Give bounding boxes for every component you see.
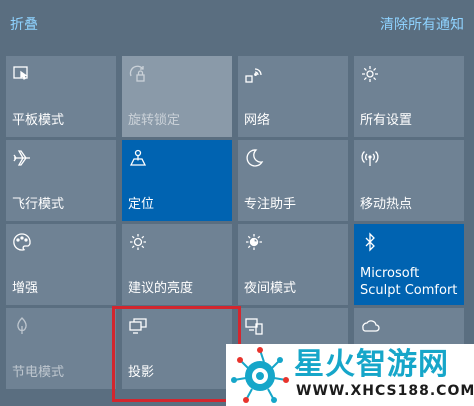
tile-label: 节电模式 bbox=[12, 365, 65, 380]
moon-icon bbox=[244, 148, 264, 168]
action-center-header: 折叠 清除所有通知 bbox=[0, 0, 474, 48]
tile-project[interactable]: 投影 bbox=[122, 308, 232, 389]
brightness-icon bbox=[128, 232, 148, 252]
tile-battery-saver[interactable]: 节电模式 bbox=[6, 308, 116, 389]
tile-label: 增强 bbox=[12, 281, 39, 296]
night-light-icon bbox=[244, 232, 264, 252]
tile-label: 飞行模式 bbox=[12, 197, 65, 212]
watermark-url: WWW.XHCS188.COM bbox=[296, 383, 474, 399]
tile-location[interactable]: 定位 bbox=[122, 140, 232, 221]
quick-actions-grid: 平板模式 旋转锁定 网络 所有设置 飞行模式 定位 专注助手 移动热点 增强 建… bbox=[6, 56, 464, 389]
gear-icon bbox=[360, 64, 380, 84]
tile-label: 平板模式 bbox=[12, 113, 65, 128]
tile-label: 定位 bbox=[128, 197, 155, 212]
tile-suggested-brightness[interactable]: 建议的亮度 bbox=[122, 224, 232, 305]
watermark-title: 星火智游网 bbox=[294, 347, 449, 382]
tile-enhance[interactable]: 增强 bbox=[6, 224, 116, 305]
screen-snip-icon bbox=[360, 316, 380, 336]
collapse-link[interactable]: 折叠 bbox=[10, 14, 38, 34]
palette-icon bbox=[12, 232, 32, 252]
tile-label: 移动热点 bbox=[360, 197, 413, 212]
watermark-banner: 星火智游网 WWW.XHCS188.COM bbox=[226, 344, 474, 406]
rotation-lock-icon bbox=[128, 64, 148, 84]
network-icon bbox=[244, 64, 264, 84]
battery-saver-icon bbox=[12, 316, 32, 336]
tile-tablet-mode[interactable]: 平板模式 bbox=[6, 56, 116, 137]
tile-mobile-hotspot[interactable]: 移动热点 bbox=[354, 140, 464, 221]
tile-label: 专注助手 bbox=[244, 197, 297, 212]
tile-label: 夜间模式 bbox=[244, 281, 297, 296]
hotspot-icon bbox=[360, 148, 380, 168]
project-icon bbox=[128, 316, 148, 336]
tile-airplane-mode[interactable]: 飞行模式 bbox=[6, 140, 116, 221]
tile-network[interactable]: 网络 bbox=[238, 56, 348, 137]
tile-focus-assist[interactable]: 专注助手 bbox=[238, 140, 348, 221]
tile-label: 所有设置 bbox=[360, 113, 413, 128]
airplane-icon bbox=[12, 148, 32, 168]
tile-label: 建议的亮度 bbox=[128, 281, 194, 296]
tile-label: 网络 bbox=[244, 113, 271, 128]
tile-rotation-lock[interactable]: 旋转锁定 bbox=[122, 56, 232, 137]
tile-label: 投影 bbox=[128, 365, 155, 380]
watermark-logo-icon bbox=[230, 346, 290, 406]
tile-bluetooth-device[interactable]: Microsoft Sculpt Comfort bbox=[354, 224, 464, 305]
bluetooth-icon bbox=[360, 232, 380, 252]
clear-all-notifications-link[interactable]: 清除所有通知 bbox=[380, 14, 464, 34]
connect-icon bbox=[244, 316, 264, 336]
tile-label: 旋转锁定 bbox=[128, 113, 181, 128]
location-icon bbox=[128, 148, 148, 168]
tablet-mode-icon bbox=[12, 64, 32, 84]
tile-label: Microsoft Sculpt Comfort bbox=[360, 266, 458, 298]
tile-all-settings[interactable]: 所有设置 bbox=[354, 56, 464, 137]
tile-night-light[interactable]: 夜间模式 bbox=[238, 224, 348, 305]
